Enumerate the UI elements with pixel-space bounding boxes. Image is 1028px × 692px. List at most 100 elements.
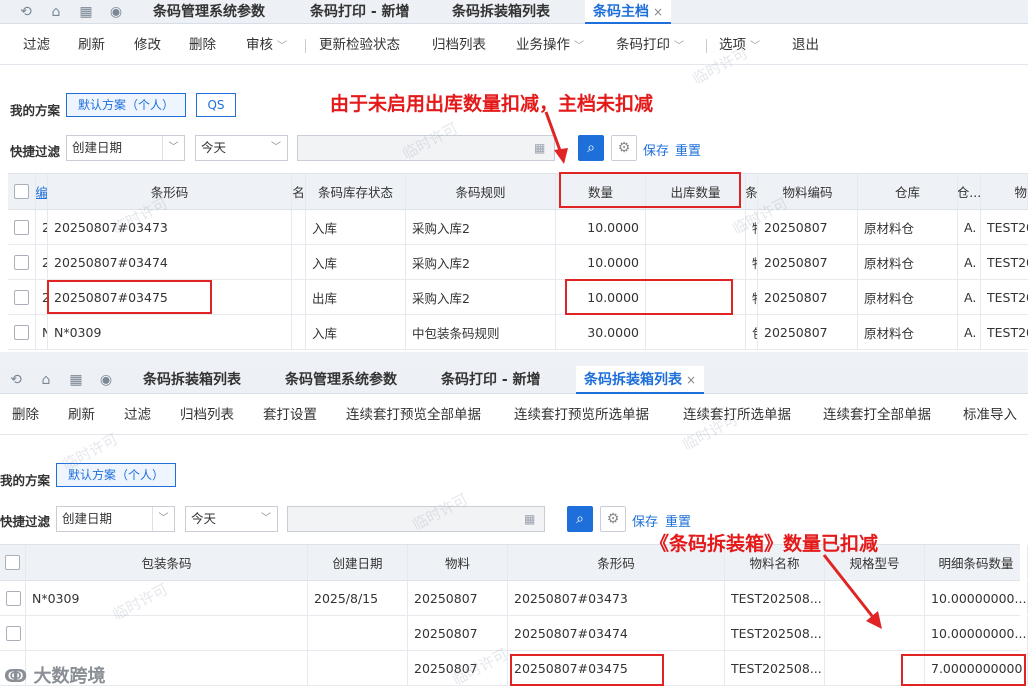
date-value-input[interactable]: ▦: [297, 135, 555, 161]
row-checkbox[interactable]: [8, 210, 36, 244]
checkbox-box: [14, 219, 29, 235]
date-value-input[interactable]: ▦: [287, 506, 545, 532]
col-name[interactable]: 名: [292, 174, 306, 209]
chat-icon[interactable]: ◉: [98, 372, 114, 388]
col-detail-qty[interactable]: 明细条码数量: [925, 545, 1028, 580]
col-pack-barcode[interactable]: 包装条码: [26, 545, 308, 580]
print-settings-button[interactable]: 套打设置: [263, 395, 317, 435]
cell-material: 20250807: [408, 616, 508, 650]
tab-barcode-params[interactable]: 条码管理系统参数: [153, 0, 265, 24]
chevron-down-icon: ﹀: [750, 41, 760, 52]
print-all-button[interactable]: 连续套打全部单据: [823, 395, 931, 435]
logo-icon[interactable]: ⟲: [18, 4, 34, 20]
col-index[interactable]: 编: [36, 174, 48, 209]
tab-barcode-pack-list-1[interactable]: 条码拆装箱列表: [143, 366, 241, 390]
filter-field-select[interactable]: 创建日期 ﹀: [66, 135, 185, 161]
home-icon[interactable]: ⌂: [38, 372, 54, 388]
qs-button[interactable]: QS: [196, 93, 236, 117]
table-row[interactable]: 20250807 20250807#03474 TEST202508... 10.00…: [0, 616, 1028, 651]
tab-barcode-print-new[interactable]: 条码打印 - 新增: [310, 0, 410, 24]
col-out-qty[interactable]: 出库数量: [646, 174, 746, 209]
bottom-tab-bar: ⟲ ⌂ ▦ ◉ 条码拆装箱列表 条码管理系统参数 条码打印 - 新增 条码拆装箱…: [0, 366, 1028, 394]
table-row[interactable]: N*0309 2025/8/15 20250807 20250807#03473 TES…: [0, 581, 1028, 616]
tab-barcode-master[interactable]: 条码主档 ×: [585, 0, 672, 24]
col-created-date[interactable]: 创建日期: [308, 545, 408, 580]
chat-icon[interactable]: ◉: [108, 4, 124, 20]
col-stock-status[interactable]: 条码库存状态: [306, 174, 406, 209]
exit-button[interactable]: 退出: [792, 25, 819, 65]
filter-op-select[interactable]: 今天 ﹀: [195, 135, 288, 161]
row-checkbox[interactable]: [8, 245, 36, 279]
tab-barcode-pack-list-active[interactable]: 条码拆装箱列表 ×: [576, 366, 705, 394]
delete-button[interactable]: 删除: [12, 395, 39, 435]
close-icon[interactable]: ×: [653, 5, 663, 19]
save-link[interactable]: 保存: [643, 140, 669, 159]
cell-barcode-rule: 采购入库2: [406, 245, 556, 279]
row-checkbox[interactable]: [8, 315, 36, 349]
settings-gear-icon[interactable]: ⚙: [600, 506, 626, 532]
cell-name: [292, 315, 306, 349]
table-row[interactable]: NN*0309 入库中包装条码规则30.0000 包20250807原材料仓A.TE…: [8, 315, 1028, 350]
close-icon[interactable]: ×: [686, 373, 696, 387]
filter-op-select[interactable]: 今天 ﹀: [185, 506, 278, 532]
barcode-print-menu[interactable]: 条码打印 ﹀: [616, 25, 684, 65]
preview-selected-button[interactable]: 连续套打预览所选单据: [514, 395, 649, 435]
tab-barcode-print-new[interactable]: 条码打印 - 新增: [441, 366, 541, 390]
tab-barcode-pack-list[interactable]: 条码拆装箱列表: [452, 0, 550, 24]
select-all-checkbox[interactable]: [8, 174, 36, 209]
archive-list-button[interactable]: 归档列表: [180, 395, 234, 435]
col-material-name[interactable]: 物: [981, 174, 1028, 209]
row-checkbox[interactable]: [8, 280, 36, 314]
preview-all-button[interactable]: 连续套打预览全部单据: [346, 395, 481, 435]
default-scheme-button[interactable]: 默认方案（个人）: [66, 93, 186, 117]
business-ops-menu[interactable]: 业务操作 ﹀: [516, 25, 584, 65]
row-checkbox[interactable]: [0, 581, 26, 615]
col-qty[interactable]: 数量: [556, 174, 646, 209]
default-scheme-button[interactable]: 默认方案（个人）: [56, 463, 176, 487]
search-button[interactable]: ⌕: [567, 506, 593, 532]
print-selected-button[interactable]: 连续套打所选单据: [683, 395, 791, 435]
edit-button[interactable]: 修改: [134, 25, 161, 65]
calendar-icon[interactable]: ▦: [534, 141, 548, 155]
filter-button[interactable]: 过滤: [23, 25, 50, 65]
table-row[interactable]: 20250807 20250807#03475 TEST202508... 7.000…: [0, 651, 1028, 686]
col-material[interactable]: 物料: [408, 545, 508, 580]
save-link[interactable]: 保存: [632, 511, 658, 530]
col-barcode[interactable]: 条形码: [48, 174, 292, 209]
filter-op-value: 今天: [191, 511, 217, 526]
search-button[interactable]: ⌕: [578, 135, 604, 161]
logo-icon[interactable]: ⟲: [8, 372, 24, 388]
audit-menu[interactable]: 审核 ﹀: [246, 25, 287, 65]
refresh-button[interactable]: 刷新: [78, 25, 105, 65]
col-warehouse2[interactable]: 仓...: [958, 174, 981, 209]
calendar-icon[interactable]: ▦: [524, 512, 538, 526]
filter-field-value: 创建日期: [72, 140, 123, 155]
update-inspection-button[interactable]: 更新检验状态: [319, 25, 400, 65]
reset-link[interactable]: 重置: [665, 511, 691, 530]
cell-spec: [825, 581, 925, 615]
options-menu[interactable]: 选项 ﹀: [719, 25, 760, 65]
select-all-checkbox[interactable]: [0, 545, 26, 580]
filter-field-select[interactable]: 创建日期 ﹀: [56, 506, 175, 532]
col-material-code[interactable]: 物料编码: [758, 174, 858, 209]
settings-gear-icon[interactable]: ⚙: [611, 135, 637, 161]
apps-grid-icon[interactable]: ▦: [78, 4, 94, 20]
row-checkbox[interactable]: [0, 616, 26, 650]
standard-import-button[interactable]: 标准导入: [963, 395, 1017, 435]
filter-button[interactable]: 过滤: [124, 395, 151, 435]
tab-barcode-params[interactable]: 条码管理系统参数: [285, 366, 397, 390]
cell-material-code: 20250807: [758, 280, 858, 314]
apps-grid-icon[interactable]: ▦: [68, 372, 84, 388]
home-icon[interactable]: ⌂: [48, 4, 64, 20]
reset-link[interactable]: 重置: [675, 140, 701, 159]
col-warehouse[interactable]: 仓库: [858, 174, 958, 209]
archive-list-button[interactable]: 归档列表: [432, 25, 486, 65]
table-row[interactable]: 220250807#03473 入库采购入库210.0000 物20250807原材…: [8, 210, 1028, 245]
table-row[interactable]: 220250807#03475 出库采购入库210.0000 物20250807原材…: [8, 280, 1028, 315]
refresh-button[interactable]: 刷新: [68, 395, 95, 435]
delete-button[interactable]: 删除: [189, 25, 216, 65]
col-barcode-rule[interactable]: 条码规则: [406, 174, 556, 209]
table-row[interactable]: 220250807#03474 入库采购入库210.0000 物20250807原材…: [8, 245, 1028, 280]
col-c[interactable]: 条: [746, 174, 758, 209]
cell-qty: 10.0000: [556, 245, 646, 279]
